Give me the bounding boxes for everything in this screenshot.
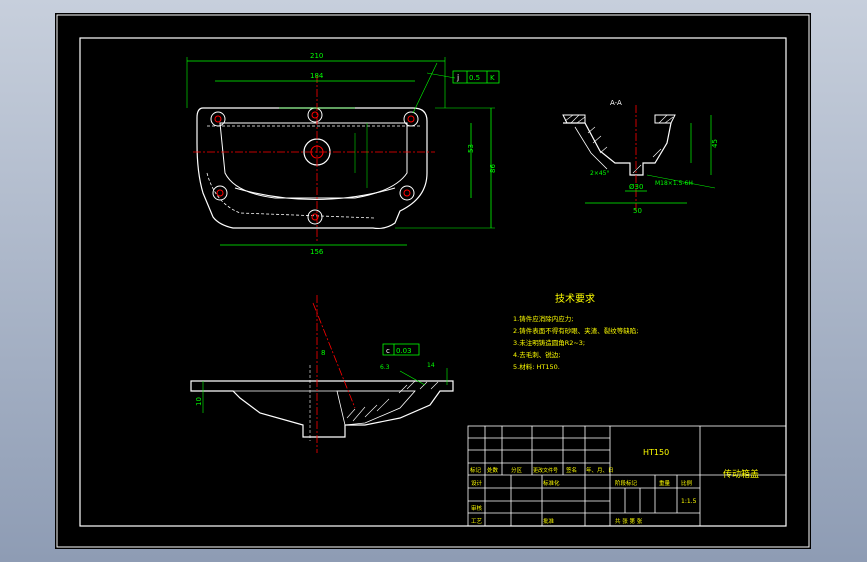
cad-viewport[interactable]: j 0.5 K 210 184 156 86 53 A-A 50 Ø30 M18…: [55, 13, 811, 549]
dim-side-l: 14: [427, 362, 435, 369]
header-count: 处数: [487, 466, 499, 474]
tech-req-item: 5.材料: HT150.: [513, 362, 560, 371]
engineering-drawing: j 0.5 K 210 184 156 86 53 A-A 50 Ø30 M18…: [56, 14, 810, 548]
side-view: c 0.03 8 10 6.3 14: [190, 295, 454, 453]
tolerance-c-value: 0.03: [396, 347, 412, 355]
dim-side-height: 10: [195, 397, 203, 406]
material-label: HT150: [643, 448, 669, 457]
row-review: 审核: [471, 504, 483, 512]
section-label: A-A: [610, 99, 622, 107]
weight-label: 重量: [659, 479, 671, 487]
header-zone: 分区: [511, 466, 523, 474]
dim-section-chamfer: 2×45°: [590, 170, 609, 177]
tech-req-item: 1.铸件应消除内应力;: [513, 314, 573, 323]
dim-height-inner: 53: [467, 144, 475, 153]
dim-width-inner: 184: [310, 72, 324, 80]
stage-mark: 阶段标记: [615, 479, 638, 487]
section-view: A-A 50 Ø30 M18×1.5-6H 2×45° 45: [562, 99, 719, 215]
sheet-border-outer: [56, 14, 810, 548]
header-signature: 签名: [566, 466, 577, 474]
tolerance-c-symbol: c: [386, 347, 390, 355]
plan-view: j 0.5 K 210 184 156 86 53: [186, 52, 500, 256]
row-approve: 批准: [543, 517, 555, 525]
dim-side-r: 6.3: [380, 364, 390, 371]
sheet-border-inner: [79, 37, 787, 527]
dim-side-angle: 8: [321, 349, 325, 357]
tolerance-j-symbol: j: [456, 73, 459, 82]
dim-width-total: 210: [310, 52, 323, 60]
tech-req-title: 技术要求: [555, 292, 595, 305]
tolerance-j-datum: K: [490, 74, 495, 82]
dim-section-depth: 45: [711, 139, 719, 148]
dim-section-thread: M18×1.5-6H: [655, 180, 693, 187]
tech-req-item: 2.铸件表面不得有砂眼、夹渣、裂纹等缺陷;: [513, 326, 638, 335]
tech-requirements: 技术要求 1.铸件应消除内应力; 2.铸件表面不得有砂眼、夹渣、裂纹等缺陷; 3…: [513, 292, 638, 371]
scale-value: 1:1.5: [681, 498, 697, 505]
header-mark: 标记: [470, 466, 482, 474]
row-standard: 标准化: [543, 479, 560, 487]
header-change-doc: 更改文件号: [533, 467, 558, 474]
dim-width-bottom: 156: [310, 248, 324, 256]
header-date: 年、月、日: [586, 466, 614, 474]
tech-req-item: 4.去毛刺、锐边;: [513, 350, 560, 359]
part-name: 传动箱盖: [723, 468, 759, 480]
dim-section-bore: Ø30: [629, 183, 643, 191]
dim-section-width: 50: [633, 207, 642, 215]
ratio-label: 比例: [681, 479, 693, 487]
dim-height: 86: [489, 164, 497, 173]
tech-req-item: 3.未注明铸造圆角R2~3;: [513, 338, 585, 347]
title-block-text: HT150 传动箱盖 标记 处数 分区 更改文件号 签名 年、月、日 设计 标准…: [470, 448, 759, 525]
row-design: 设计: [471, 479, 483, 487]
row-process: 工艺: [471, 518, 483, 525]
sheet-count: 共 张 第 张: [615, 517, 643, 525]
tolerance-j-value: 0.5: [469, 74, 480, 82]
